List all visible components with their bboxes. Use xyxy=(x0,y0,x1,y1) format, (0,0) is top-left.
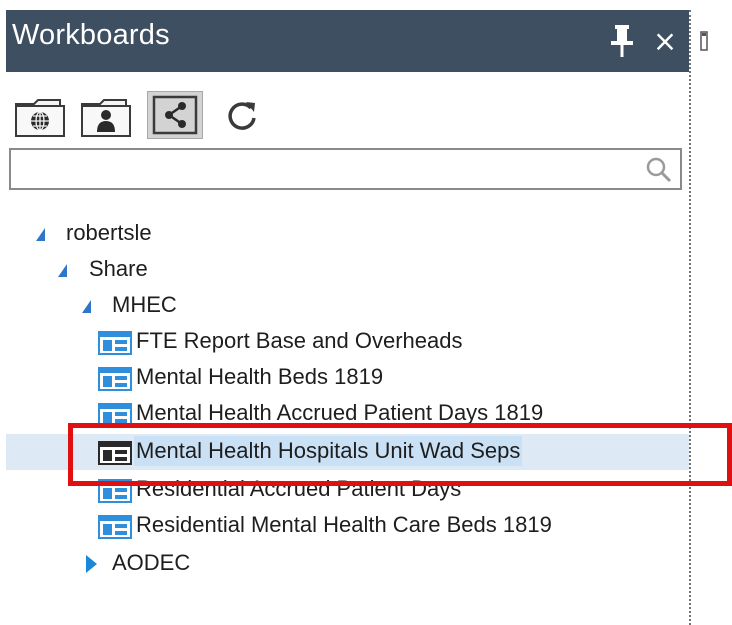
refresh-button[interactable] xyxy=(219,94,265,138)
refresh-icon xyxy=(228,102,256,130)
share-icon xyxy=(152,95,198,135)
tree-item-label: Mental Health Beds 1819 xyxy=(136,364,384,389)
annotation-highlight-box xyxy=(68,423,732,486)
expanded-arrow-icon[interactable] xyxy=(82,300,91,313)
panel-title: Workboards xyxy=(12,19,170,51)
panel-titlebar: Workboards × xyxy=(6,10,689,72)
search-box[interactable] xyxy=(9,148,682,190)
expanded-arrow-icon[interactable] xyxy=(58,264,67,277)
tree-item-workboard[interactable]: Mental Health Beds 1819 xyxy=(6,360,689,396)
user-folder-button[interactable] xyxy=(80,94,132,138)
tree-item-label: FTE Report Base and Overheads xyxy=(136,328,463,353)
panel-splitter[interactable] xyxy=(689,10,691,625)
pane-edge-icon xyxy=(699,30,709,52)
tree-node-label: MHEC xyxy=(112,292,177,317)
search-icon[interactable] xyxy=(646,157,672,183)
workboard-icon xyxy=(98,331,132,355)
tree-node-label: robertsle xyxy=(66,220,152,245)
tree-node-mhec[interactable]: MHEC xyxy=(6,288,689,324)
pin-icon[interactable] xyxy=(609,24,635,58)
tree-node-root[interactable]: robertsle xyxy=(6,216,689,252)
globe-folder-icon xyxy=(15,99,65,137)
collapsed-arrow-icon[interactable] xyxy=(86,555,97,573)
shared-button[interactable] xyxy=(147,91,203,139)
user-folder-icon xyxy=(81,99,131,137)
tree-item-workboard[interactable]: Residential Mental Health Care Beds 1819 xyxy=(6,508,689,544)
workboards-panel: Workboards × robertsle Share MHEC FTE Re… xyxy=(6,10,689,625)
close-icon[interactable]: × xyxy=(652,24,678,58)
tree-node-aodec[interactable]: AODEC xyxy=(6,546,689,582)
workboard-icon xyxy=(98,515,132,539)
tree-node-share[interactable]: Share xyxy=(6,252,689,288)
tree-node-label: Share xyxy=(89,256,148,281)
tree-item-label: Residential Mental Health Care Beds 1819 xyxy=(136,512,552,537)
workboard-icon xyxy=(98,367,132,391)
toolbar xyxy=(14,91,314,139)
global-folder-button[interactable] xyxy=(14,94,66,138)
expanded-arrow-icon[interactable] xyxy=(36,228,45,241)
tree-node-label: AODEC xyxy=(112,550,191,575)
search-input[interactable] xyxy=(15,153,639,187)
tree-item-workboard[interactable]: FTE Report Base and Overheads xyxy=(6,324,689,360)
